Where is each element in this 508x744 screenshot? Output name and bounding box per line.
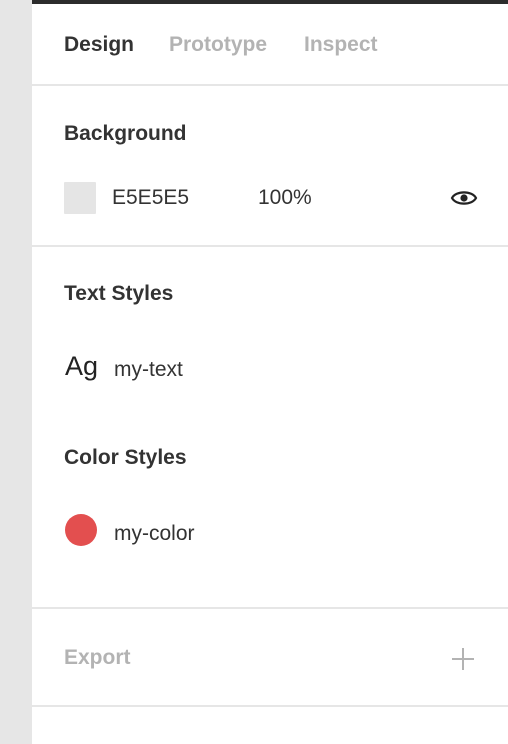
- color-styles-title: Color Styles: [64, 446, 187, 469]
- text-style-item[interactable]: my-text: [114, 358, 183, 382]
- color-style-item[interactable]: my-color: [114, 522, 195, 546]
- tab-inspect[interactable]: Inspect: [304, 33, 378, 57]
- background-title: Background: [64, 122, 187, 145]
- divider: [32, 245, 508, 247]
- divider: [32, 705, 508, 707]
- background-opacity-input[interactable]: 100%: [258, 186, 312, 210]
- background-color-swatch[interactable]: [64, 182, 96, 214]
- design-panel: Design Prototype Inspect Background E5E5…: [32, 4, 508, 744]
- eye-icon[interactable]: [450, 186, 478, 210]
- tab-prototype[interactable]: Prototype: [169, 33, 267, 57]
- canvas-edge: [0, 0, 32, 744]
- color-style-swatch: [65, 514, 97, 546]
- divider: [32, 84, 508, 86]
- text-styles-title: Text Styles: [64, 282, 174, 305]
- divider: [32, 607, 508, 609]
- background-hex-input[interactable]: E5E5E5: [112, 186, 189, 210]
- plus-icon[interactable]: [450, 646, 476, 672]
- tab-design[interactable]: Design: [64, 33, 134, 57]
- export-title: Export: [64, 646, 131, 669]
- panel-tabs: Design Prototype Inspect: [32, 4, 508, 84]
- text-style-icon: Ag: [65, 351, 99, 381]
